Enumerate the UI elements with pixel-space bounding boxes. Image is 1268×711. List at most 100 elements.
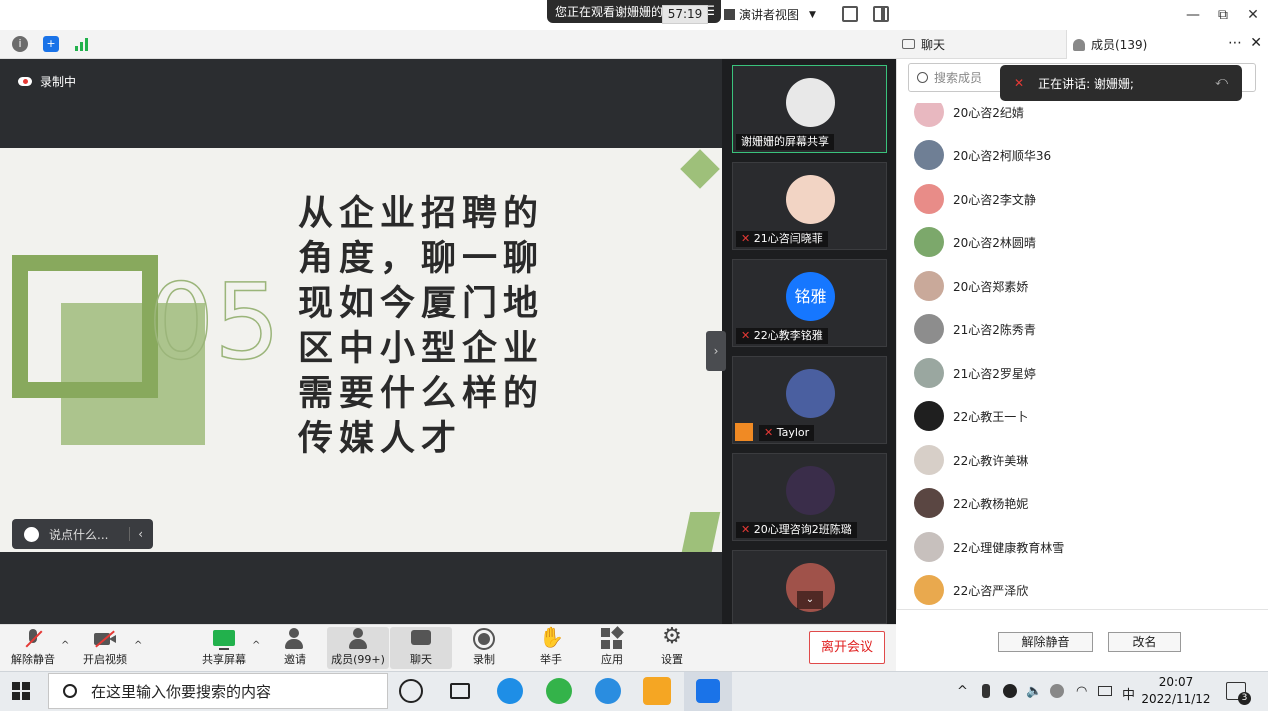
tray-network-error-icon[interactable] xyxy=(1050,684,1064,698)
apps-button[interactable]: 应用 xyxy=(581,626,643,669)
video-tile[interactable]: ⌄ xyxy=(732,550,887,624)
avatar xyxy=(914,575,944,605)
recording-label: 录制中 xyxy=(40,75,77,89)
video-tile[interactable]: ✕ Taylor xyxy=(732,356,887,444)
tray-qq-icon[interactable] xyxy=(1003,684,1017,698)
view-mode-dropdown[interactable]: 演讲者视图 ▼ xyxy=(724,5,828,24)
edge-icon[interactable] xyxy=(595,678,621,704)
tile-name: ✕ Taylor xyxy=(759,425,815,441)
restore-button[interactable]: ⧉ xyxy=(1208,4,1238,26)
search-icon xyxy=(63,684,77,698)
avatar xyxy=(914,532,944,562)
taskbar-active-app[interactable] xyxy=(684,672,732,711)
video-tile[interactable]: 谢姗姗的屏幕共享 xyxy=(732,65,887,153)
share-screen-icon xyxy=(212,627,236,650)
expand-icon[interactable]: ⤺ xyxy=(1215,74,1228,89)
signal-icon[interactable] xyxy=(74,36,90,52)
tab-members-label: 成员(139) xyxy=(1091,38,1148,52)
video-off-icon xyxy=(93,627,117,649)
member-row[interactable]: 22心理健康教育林雪 xyxy=(914,530,1064,564)
fullscreen-icon[interactable] xyxy=(842,6,858,22)
close-button[interactable]: ✕ xyxy=(1238,4,1268,26)
member-row[interactable]: 20心咨2李文静 xyxy=(914,182,1036,216)
share-options-caret[interactable]: ^ xyxy=(252,640,260,651)
member-list: 20心咨2纪婧 20心咨2柯顺华36 20心咨2李文静 20心咨2林圆晴 20心… xyxy=(896,103,1268,609)
chevron-down-icon[interactable]: ⌄ xyxy=(797,591,823,609)
more-icon[interactable]: ⋯ xyxy=(1228,35,1242,51)
settings-button[interactable]: ⚙ 设置 xyxy=(641,625,703,669)
avatar xyxy=(914,314,944,344)
tile-name: 谢姗姗的屏幕共享 xyxy=(736,134,834,150)
member-name: 21心咨2罗星婷 xyxy=(953,366,1036,381)
member-row[interactable]: 20心咨2柯顺华36 xyxy=(914,138,1051,172)
info-icon[interactable]: i xyxy=(12,36,28,52)
notification-icon[interactable]: 3 xyxy=(1226,682,1251,705)
shared-screen-area: 录制中 05 从企业招聘的角度，聊一聊现如今厦门地区中小型企业需要什么样的传媒人… xyxy=(0,59,722,624)
close-panel-icon[interactable]: ✕ xyxy=(1250,35,1262,51)
video-options-caret[interactable]: ^ xyxy=(134,640,142,651)
member-row[interactable]: 20心咨2林圆晴 xyxy=(914,225,1036,259)
windows-start-icon[interactable] xyxy=(10,680,32,702)
avatar xyxy=(914,103,944,127)
record-button[interactable]: 录制 xyxy=(453,627,515,669)
avatar xyxy=(786,466,835,515)
emoji-icon[interactable] xyxy=(24,526,39,542)
cortana-icon[interactable] xyxy=(399,679,423,703)
video-tile[interactable]: ✕ 20心理咨询2班陈璐 xyxy=(732,453,887,541)
view-mode-label: 演讲者视图 xyxy=(739,8,800,22)
tab-members[interactable]: 成员(139) ⋯ ✕ xyxy=(1066,30,1268,59)
member-row[interactable]: 20心咨郑素娇 xyxy=(914,269,1028,303)
chevron-left-icon[interactable]: ‹ xyxy=(129,527,143,541)
avatar xyxy=(914,227,944,257)
avatar xyxy=(914,358,944,388)
member-row[interactable]: 21心咨2陈秀青 xyxy=(914,312,1036,346)
tray-wifi-icon[interactable]: ◠ xyxy=(1076,684,1087,699)
avatar xyxy=(914,184,944,214)
invite-button[interactable]: 邀请 xyxy=(264,627,326,669)
share-screen-button[interactable]: 共享屏幕 xyxy=(193,627,255,669)
mic-muted-icon: ✕ xyxy=(741,232,754,245)
unmute-button[interactable]: 解除静音 xyxy=(2,627,64,669)
quick-chat-input[interactable]: 说点什么... ‹ xyxy=(12,519,153,549)
member-name: 22心教王一卜 xyxy=(953,409,1029,424)
video-tile[interactable]: ✕ 21心咨闫晓菲 xyxy=(732,162,887,250)
avatar xyxy=(786,369,835,418)
member-row[interactable]: 22心咨严泽欣 xyxy=(914,573,1028,607)
member-row[interactable]: 22心教许美琳 xyxy=(914,443,1028,477)
tray-battery-icon[interactable] xyxy=(1098,686,1112,696)
gallery-collapse-button[interactable]: › xyxy=(706,331,726,371)
member-row[interactable]: 21心咨2罗星婷 xyxy=(914,356,1036,390)
media-player-icon[interactable] xyxy=(643,677,671,705)
tile-name: ✕ 21心咨闫晓菲 xyxy=(736,231,828,247)
taskbar-search-input[interactable]: 在这里输入你要搜索的内容 xyxy=(48,673,388,709)
shield-icon[interactable]: + xyxy=(43,36,59,52)
ie-green-icon[interactable] xyxy=(546,678,572,704)
tray-speaker-icon[interactable]: 🔈 xyxy=(1026,684,1042,699)
audio-options-caret[interactable]: ^ xyxy=(61,640,69,651)
video-tile[interactable]: 铭雅 ✕ 22心教李铭雅 xyxy=(732,259,887,347)
member-row[interactable]: 20心咨2纪婧 xyxy=(914,103,1024,129)
task-view-icon[interactable] xyxy=(450,683,470,699)
rename-button[interactable]: 改名 xyxy=(1108,632,1181,652)
member-name: 20心咨郑素娇 xyxy=(953,279,1029,294)
member-name: 20心咨2李文静 xyxy=(953,192,1036,207)
members-button[interactable]: 成员(99+) xyxy=(327,627,389,669)
tray-ime-indicator[interactable]: 中 xyxy=(1122,684,1135,703)
tray-chevron-up-icon[interactable]: ^ xyxy=(957,684,968,699)
member-name: 20心咨2柯顺华36 xyxy=(953,148,1052,163)
chat-button[interactable]: 聊天 xyxy=(390,627,452,669)
minimize-button[interactable]: — xyxy=(1178,4,1208,26)
start-video-button[interactable]: 开启视频 xyxy=(74,627,136,669)
raise-hand-button[interactable]: ✋ 举手 xyxy=(520,625,582,669)
avatar xyxy=(786,175,835,224)
browser-e-icon[interactable] xyxy=(497,678,523,704)
member-row[interactable]: 22心教王一卜 xyxy=(914,399,1028,433)
taskbar-clock[interactable]: 20:07 2022/11/12 xyxy=(1140,674,1212,708)
tray-mic-icon[interactable] xyxy=(982,684,990,698)
member-row[interactable]: 22心教杨艳妮 xyxy=(914,486,1028,520)
side-panel-toggle-icon[interactable] xyxy=(873,6,889,22)
tab-chat[interactable]: 聊天 xyxy=(896,30,1066,59)
unmute-all-button[interactable]: 解除静音 xyxy=(998,632,1093,652)
member-name: 22心教杨艳妮 xyxy=(953,496,1029,511)
leave-meeting-button[interactable]: 离开会议 xyxy=(809,631,885,664)
